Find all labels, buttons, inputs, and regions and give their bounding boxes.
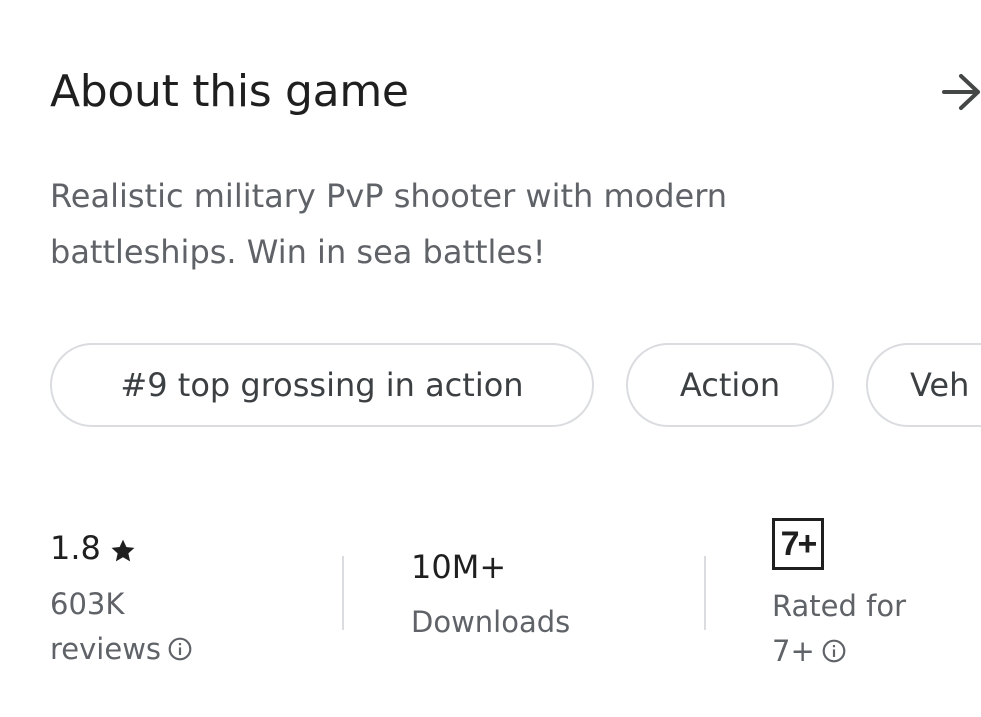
- content-rating-stat[interactable]: 7+ Rated for 7+: [772, 518, 906, 674]
- stat-divider: [342, 556, 344, 630]
- section-title: About this game: [50, 66, 409, 117]
- reviews-label: reviews: [50, 632, 162, 666]
- review-count: 603K: [50, 587, 125, 621]
- rating-subtext: 603K reviews: [50, 582, 193, 672]
- chip-action[interactable]: Action: [626, 343, 834, 427]
- about-header[interactable]: About this game: [50, 62, 981, 122]
- star-icon: [109, 534, 137, 562]
- rated-for-label: Rated for: [772, 589, 906, 623]
- category-chips: #9 top grossing in action Action Veh: [50, 343, 981, 429]
- stats-row: 1.8 603K reviews 10M+ Downloads 7+ Rated…: [0, 510, 981, 690]
- description-line-2: battleships. Win in sea battles!: [50, 233, 546, 271]
- rating-value: 1.8: [50, 529, 101, 567]
- arrow-right-icon[interactable]: [940, 68, 981, 116]
- downloads-stat: 10M+ Downloads: [411, 546, 570, 645]
- info-icon[interactable]: [821, 632, 847, 663]
- age-rating-badge: 7+: [772, 518, 824, 570]
- chip-vehicle[interactable]: Veh: [866, 343, 981, 427]
- downloads-value: 10M+: [411, 548, 507, 586]
- downloads-label: Downloads: [411, 605, 571, 639]
- info-icon[interactable]: [167, 630, 193, 661]
- age-rating-subtext: Rated for 7+: [772, 584, 906, 674]
- age-value: 7+: [772, 634, 815, 668]
- rating-value-row: 1.8: [50, 528, 193, 568]
- description-line-1: Realistic military PvP shooter with mode…: [50, 177, 728, 215]
- game-description: Realistic military PvP shooter with mode…: [50, 168, 910, 280]
- chip-top-grossing[interactable]: #9 top grossing in action: [50, 343, 594, 427]
- stat-divider: [704, 556, 706, 630]
- rating-stat[interactable]: 1.8 603K reviews: [50, 528, 193, 672]
- reviews-label-row: reviews: [50, 627, 193, 672]
- age-value-row: 7+: [772, 629, 906, 674]
